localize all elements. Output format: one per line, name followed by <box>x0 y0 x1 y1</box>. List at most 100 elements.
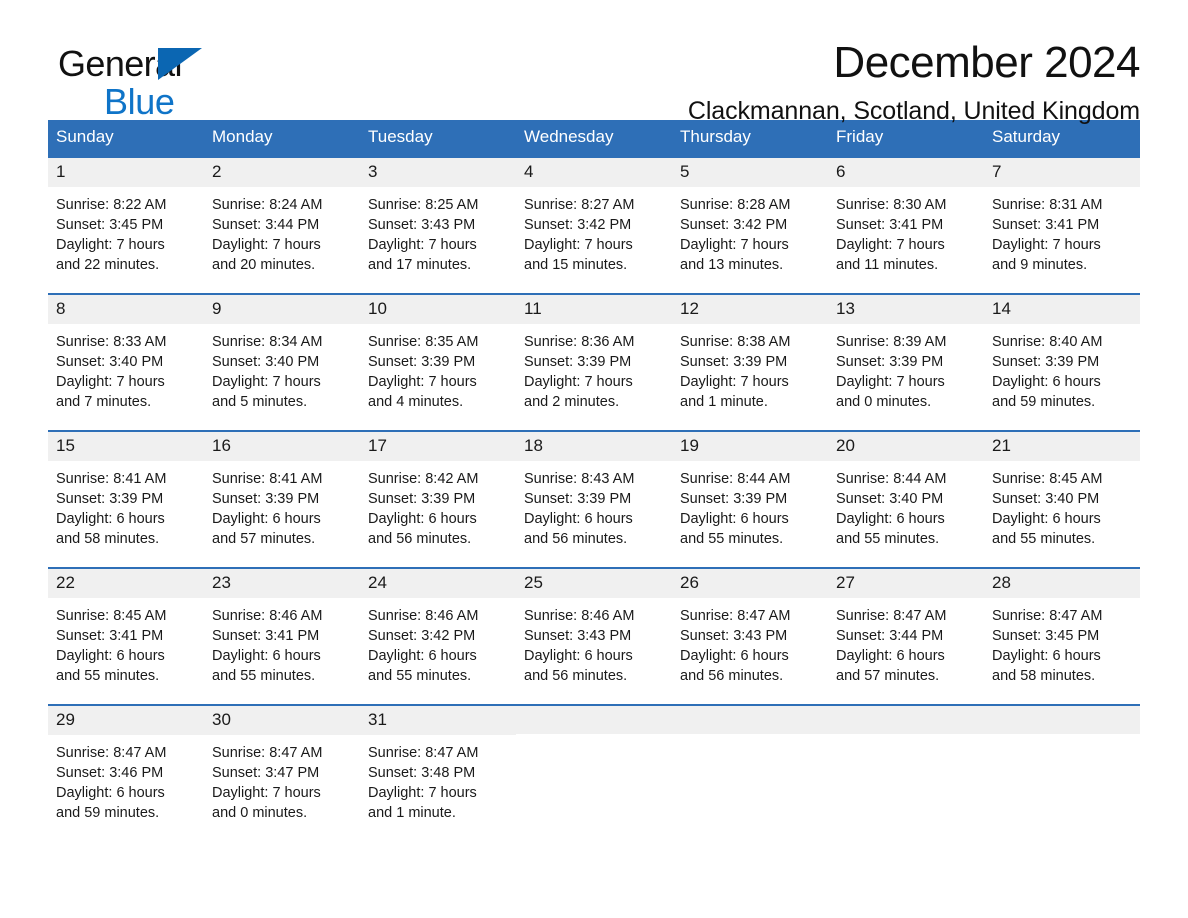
sunset-text: Sunset: 3:40 PM <box>836 491 944 508</box>
calendar-day-cell[interactable]: 26 Sunrise: 8:47 AM Sunset: 3:43 PM Dayl… <box>672 566 828 705</box>
calendar-day-cell[interactable]: 4 Sunrise: 8:27 AM Sunset: 3:42 PM Dayli… <box>516 155 672 294</box>
sunset-text: Sunset: 3:39 PM <box>368 491 476 508</box>
daylight-text-line2: and 55 minutes. <box>368 668 472 685</box>
daylight-text-line2: and 1 minute. <box>368 805 456 822</box>
sunrise-text: Sunrise: 8:36 AM <box>524 334 635 351</box>
day-details: Sunrise: 8:27 AM Sunset: 3:42 PM Dayligh… <box>516 187 672 275</box>
day-details: Sunrise: 8:47 AM Sunset: 3:45 PM Dayligh… <box>984 598 1140 686</box>
sunset-text: Sunset: 3:41 PM <box>56 628 164 645</box>
calendar-day-cell[interactable]: 12 Sunrise: 8:38 AM Sunset: 3:39 PM Dayl… <box>672 292 828 431</box>
day-number: 8 <box>48 294 204 325</box>
day-number: 11 <box>516 294 672 325</box>
day-number: 22 <box>48 568 204 599</box>
day-number: 18 <box>516 431 672 462</box>
daylight-text-line1: Daylight: 7 hours <box>836 374 945 391</box>
day-details: Sunrise: 8:43 AM Sunset: 3:39 PM Dayligh… <box>516 461 672 549</box>
day-number: 20 <box>828 431 984 462</box>
generalblue-logo[interactable]: General Blue <box>58 46 258 120</box>
calendar-day-cell[interactable]: 8 Sunrise: 8:33 AM Sunset: 3:40 PM Dayli… <box>48 292 204 431</box>
sunrise-text: Sunrise: 8:33 AM <box>56 334 167 351</box>
daylight-text-line2: and 57 minutes. <box>836 668 940 685</box>
day-details: Sunrise: 8:47 AM Sunset: 3:46 PM Dayligh… <box>48 735 204 823</box>
daylight-text-line2: and 15 minutes. <box>524 257 628 274</box>
day-number: 26 <box>672 568 828 599</box>
calendar-day-cell[interactable]: 1 Sunrise: 8:22 AM Sunset: 3:45 PM Dayli… <box>48 155 204 294</box>
daylight-text-line1: Daylight: 7 hours <box>680 237 789 254</box>
daylight-text-line2: and 0 minutes. <box>836 394 932 411</box>
calendar-day-cell[interactable]: 15 Sunrise: 8:41 AM Sunset: 3:39 PM Dayl… <box>48 429 204 568</box>
day-details: Sunrise: 8:41 AM Sunset: 3:39 PM Dayligh… <box>204 461 360 549</box>
sunset-text: Sunset: 3:42 PM <box>680 217 788 234</box>
calendar-day-cell[interactable]: 13 Sunrise: 8:39 AM Sunset: 3:39 PM Dayl… <box>828 292 984 431</box>
calendar-day-cell[interactable]: 24 Sunrise: 8:46 AM Sunset: 3:42 PM Dayl… <box>360 566 516 705</box>
calendar-day-cell[interactable]: 23 Sunrise: 8:46 AM Sunset: 3:41 PM Dayl… <box>204 566 360 705</box>
calendar-page: General Blue December 2024 Clackmannan, … <box>0 0 1188 918</box>
day-number: 9 <box>204 294 360 325</box>
triangle-icon <box>158 48 202 80</box>
sunrise-text: Sunrise: 8:47 AM <box>680 608 791 625</box>
day-details: Sunrise: 8:44 AM Sunset: 3:40 PM Dayligh… <box>828 461 984 549</box>
sunset-text: Sunset: 3:39 PM <box>992 354 1100 371</box>
day-number: 6 <box>828 157 984 188</box>
day-details: Sunrise: 8:44 AM Sunset: 3:39 PM Dayligh… <box>672 461 828 549</box>
calendar-day-cell[interactable]: 5 Sunrise: 8:28 AM Sunset: 3:42 PM Dayli… <box>672 155 828 294</box>
calendar-day-cell[interactable]: 7 Sunrise: 8:31 AM Sunset: 3:41 PM Dayli… <box>984 155 1140 294</box>
logo-word-blue: Blue <box>104 81 175 122</box>
daylight-text-line2: and 11 minutes. <box>836 257 939 274</box>
sunset-text: Sunset: 3:39 PM <box>212 491 320 508</box>
day-number: 10 <box>360 294 516 325</box>
calendar-day-cell[interactable]: 9 Sunrise: 8:34 AM Sunset: 3:40 PM Dayli… <box>204 292 360 431</box>
calendar-day-cell[interactable]: 21 Sunrise: 8:45 AM Sunset: 3:40 PM Dayl… <box>984 429 1140 568</box>
calendar-day-cell[interactable]: 22 Sunrise: 8:45 AM Sunset: 3:41 PM Dayl… <box>48 566 204 705</box>
calendar-day-cell[interactable]: 17 Sunrise: 8:42 AM Sunset: 3:39 PM Dayl… <box>360 429 516 568</box>
calendar-day-cell[interactable]: 28 Sunrise: 8:47 AM Sunset: 3:45 PM Dayl… <box>984 566 1140 705</box>
day-number <box>672 705 828 734</box>
sunset-text: Sunset: 3:43 PM <box>680 628 788 645</box>
daylight-text-line1: Daylight: 6 hours <box>212 511 321 528</box>
day-details: Sunrise: 8:36 AM Sunset: 3:39 PM Dayligh… <box>516 324 672 412</box>
daylight-text-line2: and 55 minutes. <box>836 531 940 548</box>
sunrise-text: Sunrise: 8:46 AM <box>212 608 323 625</box>
day-number: 2 <box>204 157 360 188</box>
calendar-body: 1 Sunrise: 8:22 AM Sunset: 3:45 PM Dayli… <box>48 155 1140 841</box>
day-number: 4 <box>516 157 672 188</box>
calendar-day-cell[interactable]: 20 Sunrise: 8:44 AM Sunset: 3:40 PM Dayl… <box>828 429 984 568</box>
sunset-text: Sunset: 3:39 PM <box>524 354 632 371</box>
daylight-text-line1: Daylight: 7 hours <box>212 785 321 802</box>
sunrise-text: Sunrise: 8:46 AM <box>524 608 635 625</box>
daylight-text-line1: Daylight: 7 hours <box>368 237 477 254</box>
daylight-text-line2: and 0 minutes. <box>212 805 308 822</box>
calendar-day-cell[interactable]: 19 Sunrise: 8:44 AM Sunset: 3:39 PM Dayl… <box>672 429 828 568</box>
sunrise-text: Sunrise: 8:44 AM <box>680 471 791 488</box>
day-number: 30 <box>204 705 360 736</box>
daylight-text-line2: and 55 minutes. <box>992 531 1096 548</box>
calendar-day-cell[interactable]: 6 Sunrise: 8:30 AM Sunset: 3:41 PM Dayli… <box>828 155 984 294</box>
calendar-day-cell[interactable]: 10 Sunrise: 8:35 AM Sunset: 3:39 PM Dayl… <box>360 292 516 431</box>
day-number: 21 <box>984 431 1140 462</box>
day-details: Sunrise: 8:28 AM Sunset: 3:42 PM Dayligh… <box>672 187 828 275</box>
calendar-day-cell[interactable]: 18 Sunrise: 8:43 AM Sunset: 3:39 PM Dayl… <box>516 429 672 568</box>
daylight-text-line2: and 4 minutes. <box>368 394 464 411</box>
calendar-day-cell[interactable]: 25 Sunrise: 8:46 AM Sunset: 3:43 PM Dayl… <box>516 566 672 705</box>
day-details: Sunrise: 8:39 AM Sunset: 3:39 PM Dayligh… <box>828 324 984 412</box>
day-number: 3 <box>360 157 516 188</box>
sunrise-text: Sunrise: 8:47 AM <box>368 745 479 762</box>
daylight-text-line1: Daylight: 6 hours <box>836 648 945 665</box>
calendar-day-cell[interactable]: 27 Sunrise: 8:47 AM Sunset: 3:44 PM Dayl… <box>828 566 984 705</box>
daylight-text-line2: and 59 minutes. <box>56 805 160 822</box>
calendar-day-cell[interactable]: 2 Sunrise: 8:24 AM Sunset: 3:44 PM Dayli… <box>204 155 360 294</box>
logo-top-row: General <box>58 46 258 86</box>
calendar-day-cell[interactable]: 30 Sunrise: 8:47 AM Sunset: 3:47 PM Dayl… <box>204 703 360 841</box>
day-details: Sunrise: 8:42 AM Sunset: 3:39 PM Dayligh… <box>360 461 516 549</box>
calendar-day-cell[interactable]: 11 Sunrise: 8:36 AM Sunset: 3:39 PM Dayl… <box>516 292 672 431</box>
calendar-day-cell[interactable]: 16 Sunrise: 8:41 AM Sunset: 3:39 PM Dayl… <box>204 429 360 568</box>
calendar-day-cell[interactable]: 3 Sunrise: 8:25 AM Sunset: 3:43 PM Dayli… <box>360 155 516 294</box>
sunrise-text: Sunrise: 8:28 AM <box>680 197 791 214</box>
calendar-day-cell[interactable]: 29 Sunrise: 8:47 AM Sunset: 3:46 PM Dayl… <box>48 703 204 841</box>
day-details: Sunrise: 8:47 AM Sunset: 3:48 PM Dayligh… <box>360 735 516 823</box>
calendar-day-cell[interactable]: 14 Sunrise: 8:40 AM Sunset: 3:39 PM Dayl… <box>984 292 1140 431</box>
daylight-text-line1: Daylight: 7 hours <box>56 374 165 391</box>
calendar-day-cell[interactable]: 31 Sunrise: 8:47 AM Sunset: 3:48 PM Dayl… <box>360 703 516 841</box>
day-details: Sunrise: 8:46 AM Sunset: 3:41 PM Dayligh… <box>204 598 360 686</box>
daylight-text-line2: and 55 minutes. <box>56 668 160 685</box>
